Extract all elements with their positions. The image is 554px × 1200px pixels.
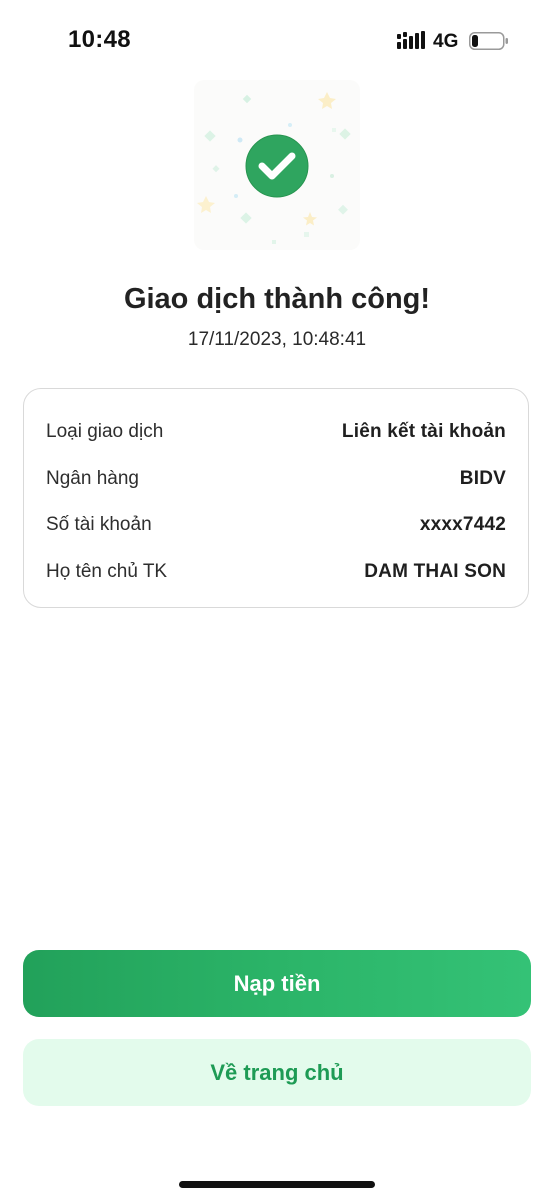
detail-label: Họ tên chủ TK <box>46 560 168 582</box>
top-up-button[interactable]: Nạp tiền <box>23 950 531 1017</box>
detail-row-account-holder: Họ tên chủ TK DAM THAI SON <box>46 549 506 596</box>
detail-value: BIDV <box>459 467 506 489</box>
transaction-details-card: Loại giao dịch Liên kết tài khoản Ngân h… <box>23 388 529 608</box>
detail-row-bank: Ngân hàng BIDV <box>46 456 506 503</box>
page-title: Giao dịch thành công! <box>123 283 431 315</box>
detail-value: DAM THAI SON <box>364 560 506 582</box>
home-indicator <box>179 1181 375 1188</box>
status-bar: 10:48 4G <box>0 0 554 80</box>
success-illustration <box>194 80 360 250</box>
detail-value: Liên kết tài khoản <box>341 421 506 443</box>
detail-label: Số tài khoản <box>46 514 152 536</box>
detail-row-transaction-type: Loại giao dịch Liên kết tài khoản <box>46 409 506 456</box>
detail-label: Loại giao dịch <box>46 421 164 443</box>
go-home-button[interactable]: Về trang chủ <box>23 1039 531 1106</box>
detail-label: Ngân hàng <box>46 467 139 489</box>
battery-low-icon <box>469 32 508 50</box>
network-type: 4G <box>433 31 459 52</box>
check-circle-icon <box>245 134 309 198</box>
transaction-timestamp: 17/11/2023, 10:48:41 <box>187 329 367 350</box>
cellular-signal-icon <box>397 31 425 49</box>
detail-value: xxxx7442 <box>419 514 506 536</box>
status-time: 10:48 <box>68 26 131 53</box>
detail-row-account-number: Số tài khoản xxxx7442 <box>46 502 506 549</box>
